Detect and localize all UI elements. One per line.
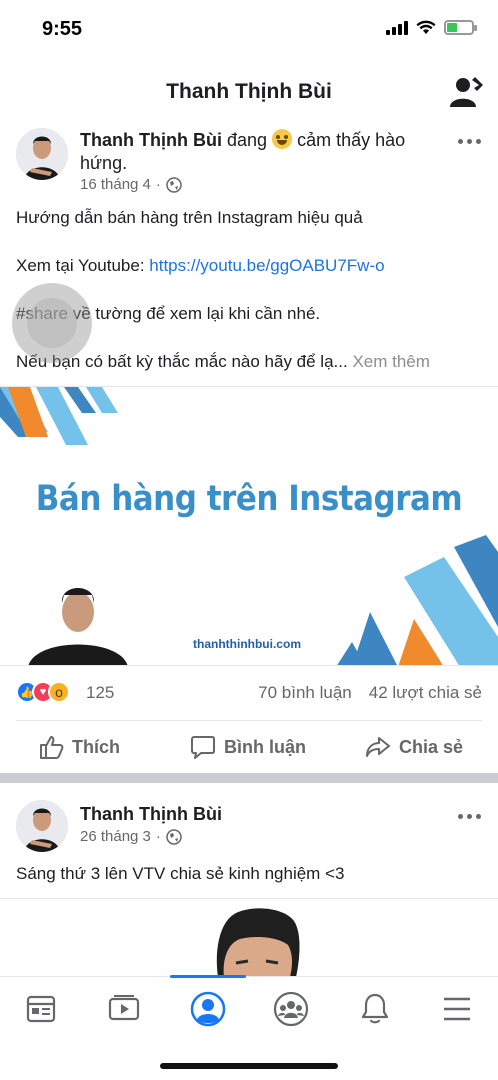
- image-site-text: thanhthinhbui.com: [193, 637, 301, 651]
- feeling-prefix: đang: [227, 130, 268, 150]
- status-time: 9:55: [42, 18, 83, 40]
- post-text-line-4: Nếu bạn có bất kỳ thắc mắc nào hãy để lạ…: [16, 352, 430, 371]
- feeling-text-2: hứng.: [80, 153, 128, 173]
- post-meta: 26 tháng 3 ·: [80, 828, 182, 845]
- post-author-name[interactable]: Thanh Thịnh Bùi: [80, 130, 222, 150]
- share-button[interactable]: Chia sẻ: [365, 734, 463, 760]
- wifi-icon: [416, 20, 436, 34]
- watch-icon[interactable]: [104, 989, 144, 1029]
- grinning-emoji-icon: [272, 129, 293, 149]
- post-author-name[interactable]: Thanh Thịnh Bùi: [80, 804, 222, 824]
- avatar[interactable]: [16, 800, 68, 852]
- see-more-link[interactable]: Xem thêm: [352, 352, 429, 371]
- post-date[interactable]: 16 tháng 4: [80, 176, 151, 193]
- post-more-options-button[interactable]: [458, 136, 482, 146]
- post-text-line-1: Hướng dẫn bán hàng trên Instagram hiệu q…: [16, 208, 363, 227]
- home-indicator[interactable]: [160, 1063, 338, 1069]
- engagement-counts: 70 bình luận 42 lượt chia sẻ: [258, 683, 482, 703]
- comment-count[interactable]: 70 bình luận: [258, 683, 352, 703]
- like-button[interactable]: Thích: [38, 734, 120, 760]
- groups-icon[interactable]: [271, 989, 311, 1029]
- profile-settings-icon[interactable]: [448, 74, 484, 110]
- public-globe-icon: [166, 828, 182, 845]
- cellular-signal-icon: [386, 20, 408, 35]
- post-date[interactable]: 26 tháng 3: [80, 828, 151, 845]
- touch-indicator: [12, 283, 92, 363]
- comment-button[interactable]: Bình luận: [190, 734, 306, 760]
- share-count[interactable]: 42 lượt chia sẻ: [369, 683, 482, 703]
- menu-icon[interactable]: [437, 989, 477, 1029]
- comment-bubble-icon: [191, 736, 215, 759]
- bottom-navigation: [0, 975, 498, 1080]
- reaction-count: 125: [86, 683, 115, 702]
- youtube-link[interactable]: https://youtu.be/ggOABU7Fw-o: [149, 256, 384, 275]
- post-text-line-2: Xem tại Youtube: https://youtu.be/ggOABU…: [16, 255, 385, 277]
- image-title: Bán hàng trên Instagram: [35, 478, 463, 520]
- post-image[interactable]: Bán hàng trên Instagram thanhthinhbui.co…: [0, 386, 498, 666]
- profile-icon[interactable]: [188, 989, 228, 1029]
- youtube-label: Xem tại Youtube:: [16, 256, 150, 275]
- thumbs-up-icon: [40, 736, 64, 759]
- post-author-line: Thanh Thịnh Bùi: [80, 803, 222, 826]
- feeling-text: cảm thấy hào: [297, 130, 406, 150]
- avatar[interactable]: [16, 128, 68, 180]
- reaction-icons: 👍 ♥ o: [16, 681, 70, 703]
- divider: [16, 720, 482, 721]
- active-tab-indicator: [170, 975, 246, 978]
- feed-separator: [0, 773, 498, 783]
- profile-header: Thanh Thịnh Bùi: [0, 62, 498, 122]
- battery-icon: [444, 20, 477, 35]
- news-feed-icon[interactable]: [21, 989, 61, 1029]
- share-arrow-icon: [366, 737, 390, 757]
- public-globe-icon: [166, 176, 182, 193]
- status-icons: [386, 20, 477, 35]
- reactions-summary[interactable]: 👍 ♥ o 125 70 bình luận 42 lượt chia sẻ: [0, 676, 498, 712]
- status-bar: 9:55: [0, 0, 498, 60]
- post-image[interactable]: [0, 898, 498, 976]
- post-text: Sáng thứ 3 lên VTV chia sẻ kinh nghiệm <…: [16, 864, 345, 883]
- page-title: Thanh Thịnh Bùi: [166, 80, 332, 103]
- post-more-options-button[interactable]: [458, 811, 482, 821]
- post-meta: 16 tháng 4 ·: [80, 176, 182, 193]
- post-actions: Thích Bình luận Chia sẻ: [0, 722, 498, 772]
- post-author-line: Thanh Thịnh Bùi đang cảm thấy hào hứng.: [80, 129, 440, 175]
- wow-reaction-icon: o: [48, 681, 70, 703]
- notifications-icon[interactable]: [355, 989, 395, 1029]
